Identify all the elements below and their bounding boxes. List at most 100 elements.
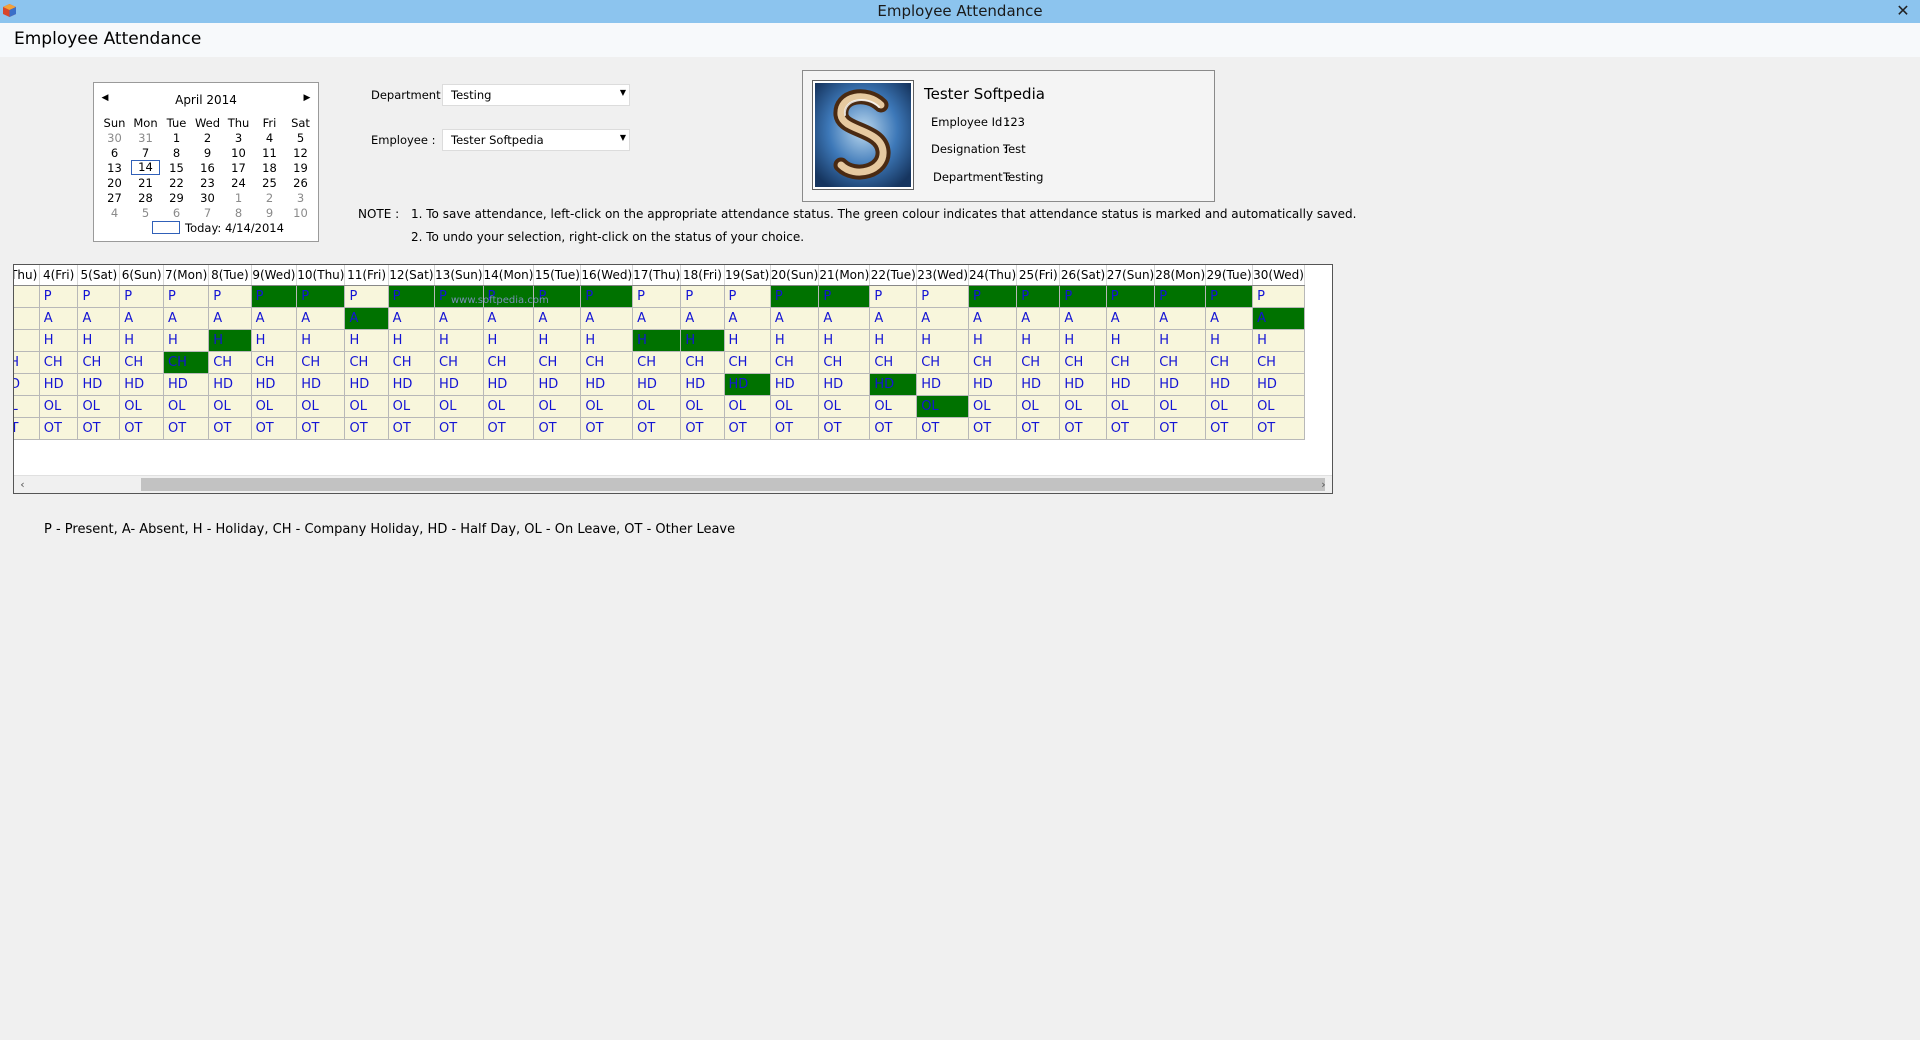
attendance-cell[interactable]: CH — [344, 351, 389, 374]
attendance-cell[interactable]: H — [434, 329, 484, 352]
attendance-cell[interactable]: P — [250, 285, 298, 308]
attendance-cell[interactable]: H — [344, 329, 389, 352]
attendance-cell[interactable]: H — [1016, 329, 1061, 352]
calendar-day[interactable]: 24 — [223, 175, 254, 190]
attendance-cell[interactable]: H — [38, 329, 79, 352]
attendance-cell[interactable]: A — [1252, 307, 1305, 330]
attendance-cell[interactable]: H — [208, 329, 252, 352]
attendance-cell[interactable]: OL — [1105, 395, 1156, 418]
attendance-cell[interactable]: CH — [723, 351, 771, 374]
attendance-cell[interactable]: OT — [680, 417, 725, 440]
attendance-cell[interactable]: OT — [296, 417, 346, 440]
attendance-cell[interactable]: OL — [723, 395, 771, 418]
attendance-cell[interactable]: A — [769, 307, 820, 330]
attendance-cell[interactable]: OT — [1154, 417, 1207, 440]
attendance-cell[interactable]: OT — [163, 417, 210, 440]
attendance-cell[interactable]: HD — [387, 373, 436, 396]
calendar-day[interactable]: 12 — [285, 145, 316, 160]
attendance-cell[interactable]: CH — [632, 351, 682, 374]
calendar-day[interactable]: 28 — [130, 190, 161, 205]
attendance-cell[interactable]: OL — [163, 395, 210, 418]
attendance-cell[interactable]: A — [163, 307, 210, 330]
attendance-cell[interactable]: HD — [723, 373, 771, 396]
attendance-cell[interactable]: P — [1059, 285, 1107, 308]
attendance-cell[interactable]: OT — [208, 417, 252, 440]
attendance-cell[interactable]: OT — [533, 417, 582, 440]
attendance-cell[interactable]: A — [1059, 307, 1107, 330]
calendar-day[interactable]: 31 — [130, 130, 161, 145]
attendance-cell[interactable]: A — [1205, 307, 1254, 330]
calendar-day[interactable]: 25 — [254, 175, 285, 190]
attendance-cell[interactable]: H — [387, 329, 436, 352]
attendance-cell[interactable]: CH — [680, 351, 725, 374]
attendance-cell[interactable]: OT — [38, 417, 79, 440]
calendar-day[interactable]: 4 — [254, 130, 285, 145]
calendar-day[interactable]: 4 — [99, 205, 130, 220]
attendance-cell[interactable]: CH — [869, 351, 918, 374]
attendance-cell[interactable]: OL — [482, 395, 535, 418]
attendance-cell[interactable]: A — [1154, 307, 1207, 330]
attendance-cell[interactable]: P — [163, 285, 210, 308]
attendance-cell[interactable]: CH — [580, 351, 634, 374]
next-month-icon[interactable]: ▶ — [300, 91, 314, 105]
attendance-cell[interactable]: H — [632, 329, 682, 352]
calendar-day[interactable]: 30 — [99, 130, 130, 145]
attendance-cell[interactable]: CH — [1016, 351, 1061, 374]
attendance-cell[interactable]: CH — [1252, 351, 1305, 374]
attendance-cell[interactable]: H — [14, 329, 40, 352]
attendance-cell[interactable]: HD — [1016, 373, 1061, 396]
attendance-cell[interactable]: P — [1105, 285, 1156, 308]
attendance-cell[interactable]: A — [1105, 307, 1156, 330]
attendance-cell[interactable]: P — [14, 285, 40, 308]
attendance-cell[interactable]: H — [869, 329, 918, 352]
attendance-cell[interactable]: HD — [208, 373, 252, 396]
department-select[interactable]: Testing ▼ — [442, 84, 630, 106]
calendar-day[interactable]: 18 — [254, 160, 285, 175]
attendance-cell[interactable]: HD — [250, 373, 298, 396]
attendance-cell[interactable]: A — [723, 307, 771, 330]
attendance-cell[interactable]: P — [296, 285, 346, 308]
attendance-cell[interactable]: HD — [769, 373, 820, 396]
attendance-cell[interactable]: OT — [869, 417, 918, 440]
attendance-cell[interactable]: HD — [1205, 373, 1254, 396]
calendar-today-link[interactable]: Today: 4/14/2014 — [152, 221, 284, 235]
attendance-cell[interactable]: OL — [119, 395, 165, 418]
calendar-day[interactable]: 27 — [99, 190, 130, 205]
attendance-cell[interactable]: OT — [119, 417, 165, 440]
attendance-cell[interactable]: HD — [533, 373, 582, 396]
calendar-day[interactable]: 22 — [161, 175, 192, 190]
attendance-cell[interactable]: OL — [296, 395, 346, 418]
attendance-cell[interactable]: P — [344, 285, 389, 308]
attendance-cell[interactable]: CH — [250, 351, 298, 374]
attendance-cell[interactable]: OT — [1059, 417, 1107, 440]
attendance-cell[interactable]: A — [967, 307, 1018, 330]
attendance-cell[interactable]: H — [119, 329, 165, 352]
calendar-day[interactable]: 5 — [130, 205, 161, 220]
attendance-cell[interactable]: OT — [769, 417, 820, 440]
attendance-cell[interactable]: OL — [250, 395, 298, 418]
calendar-day[interactable]: 8 — [161, 145, 192, 160]
attendance-cell[interactable]: HD — [296, 373, 346, 396]
attendance-cell[interactable]: OT — [1205, 417, 1254, 440]
attendance-cell[interactable]: H — [818, 329, 871, 352]
attendance-cell[interactable]: CH — [1105, 351, 1156, 374]
attendance-cell[interactable]: OT — [967, 417, 1018, 440]
attendance-cell[interactable]: HD — [119, 373, 165, 396]
month-calendar[interactable]: ◀ April 2014 ▶ Sun Mon Tue Wed Thu Fri Sat 30 3… — [93, 82, 319, 242]
attendance-cell[interactable]: A — [533, 307, 582, 330]
attendance-cell[interactable]: H — [1205, 329, 1254, 352]
attendance-cell[interactable]: CH — [818, 351, 871, 374]
attendance-cell[interactable]: P — [818, 285, 871, 308]
attendance-cell[interactable]: OT — [632, 417, 682, 440]
calendar-day[interactable]: 1 — [223, 190, 254, 205]
calendar-day[interactable]: 7 — [192, 205, 223, 220]
attendance-cell[interactable]: OL — [1016, 395, 1061, 418]
attendance-cell[interactable]: A — [344, 307, 389, 330]
attendance-cell[interactable]: OL — [818, 395, 871, 418]
attendance-cell[interactable]: OT — [14, 417, 40, 440]
calendar-day[interactable]: 7 — [130, 145, 161, 160]
attendance-cell[interactable]: P — [769, 285, 820, 308]
attendance-cell[interactable]: P — [119, 285, 165, 308]
attendance-cell[interactable]: OL — [208, 395, 252, 418]
attendance-cell[interactable]: OL — [344, 395, 389, 418]
